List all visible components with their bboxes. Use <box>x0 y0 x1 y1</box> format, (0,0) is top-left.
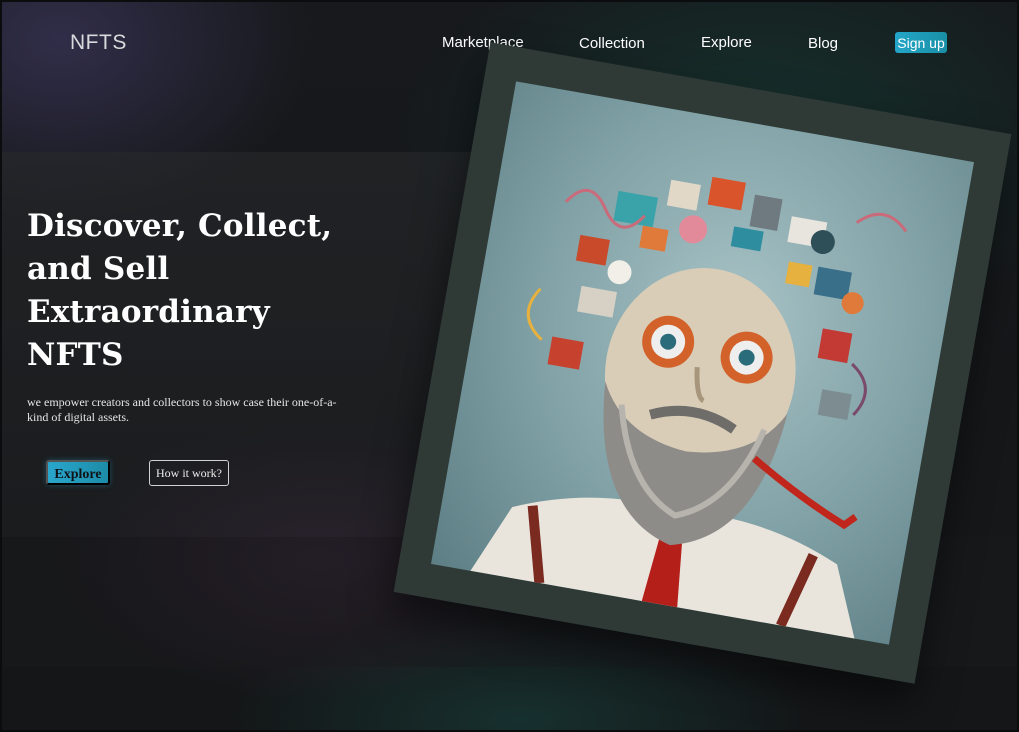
hero-title-line: and Sell <box>27 251 170 287</box>
hero-title-line: NFTS <box>27 337 124 373</box>
nav-blog[interactable]: Blog <box>808 35 838 52</box>
nav-explore[interactable]: Explore <box>701 34 752 51</box>
hero-title: Discover, Collect, and Sell Extraordinar… <box>27 205 357 377</box>
nav-collection[interactable]: Collection <box>579 35 645 52</box>
how-it-works-button[interactable]: How it work? <box>149 460 229 486</box>
artwork-illustration <box>470 176 908 639</box>
signup-button[interactable]: Sign up <box>895 32 947 53</box>
brand-logo[interactable]: NFTS <box>70 31 127 55</box>
nft-portrait-artwork[interactable] <box>430 81 975 645</box>
explore-button[interactable]: Explore <box>46 460 110 485</box>
hero-title-line: Discover, Collect, <box>27 208 333 244</box>
hero-title-line: Extraordinary <box>27 294 270 330</box>
hero-subtitle: we empower creators and collectors to sh… <box>27 395 337 424</box>
featured-artwork-frame <box>393 42 1012 684</box>
